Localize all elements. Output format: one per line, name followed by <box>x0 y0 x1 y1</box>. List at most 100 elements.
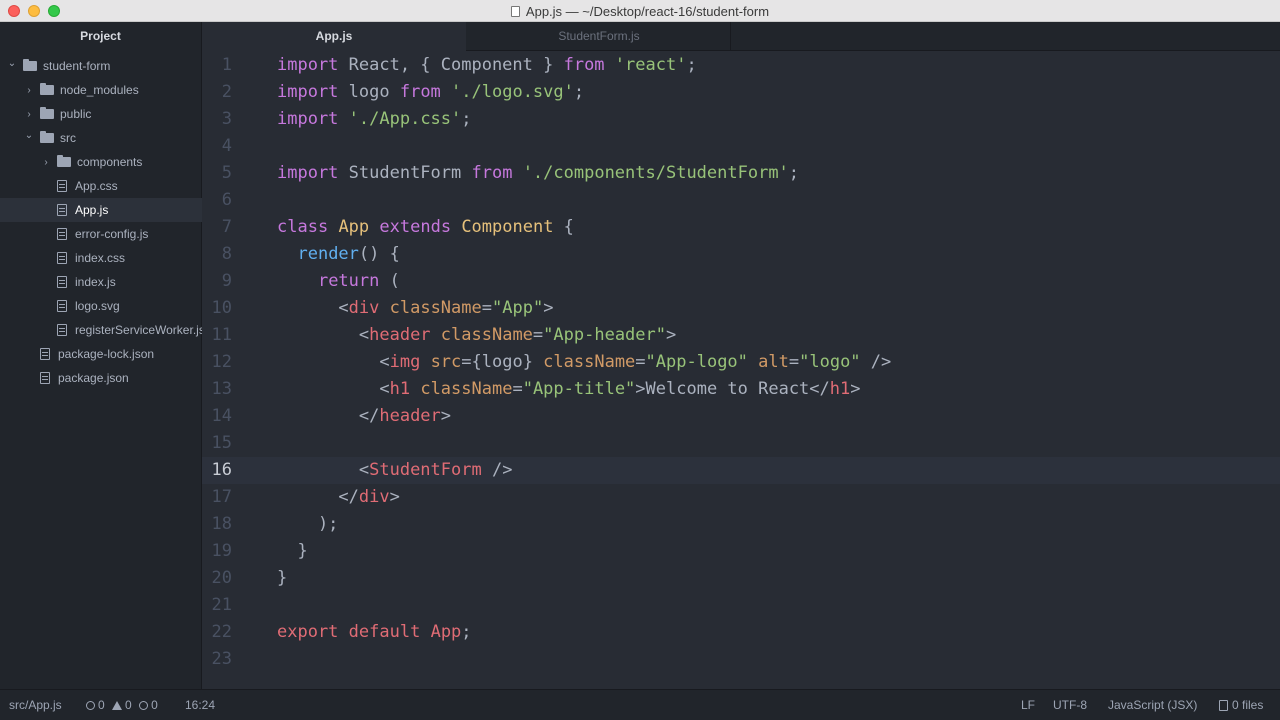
cursor-position[interactable]: 16:24 <box>185 690 215 720</box>
tree-item-label: registerServiceWorker.js <box>75 323 205 337</box>
folder-icon <box>57 155 71 167</box>
code-line[interactable]: 4 <box>202 133 1280 160</box>
code-text: ); <box>277 511 338 538</box>
code-line[interactable]: 11 <header className="App-header"> <box>202 322 1280 349</box>
status-bar: src/App.js 0 0 0 16:24 LF UTF-8 JavaScri… <box>0 689 1280 720</box>
tree-item[interactable]: ⌄ src <box>0 126 225 150</box>
file-icon <box>57 204 67 216</box>
code-line[interactable]: 17 </div> <box>202 484 1280 511</box>
code-line[interactable]: 6 <box>202 187 1280 214</box>
line-ending[interactable]: LF <box>1021 690 1035 720</box>
file-icon <box>40 372 50 384</box>
code-token: "App" <box>492 298 544 318</box>
code-token: './components/StudentForm' <box>522 163 789 183</box>
code-token: alt <box>758 352 789 372</box>
code-token: = <box>512 379 523 399</box>
code-line[interactable]: 1 import React, { Component } from 'react… <box>202 52 1280 79</box>
file-path[interactable]: src/App.js <box>9 690 62 720</box>
info-icon <box>139 701 149 710</box>
file-icon <box>40 348 50 360</box>
file-icon <box>57 180 67 192</box>
code-token: </ <box>277 487 359 507</box>
code-line[interactable]: 21 <box>202 592 1280 619</box>
code-editor[interactable]: 1 import React, { Component } from 'react… <box>202 51 1280 689</box>
line-number: 6 <box>221 190 232 210</box>
code-token: div <box>348 298 380 318</box>
code-line[interactable]: 15 <box>202 430 1280 457</box>
chevron-right-icon[interactable]: › <box>41 157 51 168</box>
file-icon <box>57 228 67 240</box>
code-line[interactable]: 5 import StudentForm from './components/S… <box>202 160 1280 187</box>
code-text: } <box>277 565 287 592</box>
line-number: 11 <box>211 325 232 345</box>
code-line[interactable]: 23 <box>202 646 1280 673</box>
code-token: "App-logo" <box>645 352 748 372</box>
code-token: import <box>277 163 339 183</box>
code-token: } <box>277 541 308 561</box>
file-encoding[interactable]: UTF-8 <box>1053 690 1087 720</box>
code-line[interactable]: 3 import './App.css'; <box>202 106 1280 133</box>
code-line[interactable]: 9 return ( <box>202 268 1280 295</box>
code-line[interactable]: 16 <StudentForm /> <box>202 457 1280 484</box>
code-token: class <box>277 217 329 237</box>
code-line[interactable]: 18 ); <box>202 511 1280 538</box>
code-token: /> <box>860 352 892 372</box>
tab-app-js[interactable]: App.js <box>202 22 466 51</box>
title-bar: App.js — ~/Desktop/react-16/student-form <box>0 0 1280 22</box>
tree-item-label: App.js <box>75 203 109 217</box>
code-token: className <box>420 379 513 399</box>
tree-item[interactable]: ⌄ student-form <box>0 54 208 78</box>
chevron-right-icon[interactable]: › <box>24 109 34 120</box>
code-token: from <box>563 55 605 75</box>
tree-item[interactable]: › public <box>0 102 225 126</box>
code-token: React, { Component } <box>338 55 564 75</box>
code-token: ; <box>686 55 697 75</box>
code-token: < <box>277 352 390 372</box>
line-number: 1 <box>221 55 232 75</box>
project-panel-header: Project <box>80 29 121 43</box>
git-files-status[interactable]: 0 files <box>1219 690 1263 720</box>
code-line[interactable]: 20} <box>202 565 1280 592</box>
chevron-down-icon[interactable]: ⌄ <box>24 130 34 141</box>
code-line[interactable]: 2 import logo from './logo.svg'; <box>202 79 1280 106</box>
code-token: from <box>399 82 441 102</box>
code-line[interactable]: 13 <h1 className="App-title">Welcome to … <box>202 376 1280 403</box>
code-text: <h1 className="App-title">Welcome to Rea… <box>277 376 860 403</box>
code-token: = <box>635 352 646 372</box>
code-line[interactable]: 7 class App extends Component { <box>202 214 1280 241</box>
code-text: <header className="App-header"> <box>277 322 676 349</box>
code-line[interactable]: 19 } <box>202 538 1280 565</box>
code-line[interactable]: 14 </header> <box>202 403 1280 430</box>
chevron-down-icon[interactable]: ⌄ <box>7 58 17 69</box>
code-token: < <box>277 460 370 480</box>
tree-item[interactable]: › node_modules <box>0 78 225 102</box>
code-token: div <box>358 487 390 507</box>
tab-studentform-js[interactable]: StudentForm.js <box>468 22 731 51</box>
chevron-right-icon[interactable]: › <box>24 85 34 96</box>
code-line[interactable]: 8 render() { <box>202 241 1280 268</box>
code-token: className <box>440 325 533 345</box>
tree-item-label: public <box>60 107 92 121</box>
code-text: render() { <box>277 241 399 268</box>
code-text: } <box>277 538 308 565</box>
code-text: <StudentForm /> <box>277 457 513 484</box>
code-token: "App-header" <box>543 325 666 345</box>
warning-count: 0 <box>125 698 132 712</box>
grammar-selector[interactable]: JavaScript (JSX) <box>1108 690 1197 720</box>
code-token: ( <box>379 271 400 291</box>
code-line[interactable]: 12 <img src={logo} className="App-logo" … <box>202 349 1280 376</box>
code-line[interactable]: 10 <div className="App"> <box>202 295 1280 322</box>
code-line[interactable]: 22 export default App; <box>202 619 1280 646</box>
diagnostics-summary[interactable]: 0 0 0 <box>86 690 158 720</box>
